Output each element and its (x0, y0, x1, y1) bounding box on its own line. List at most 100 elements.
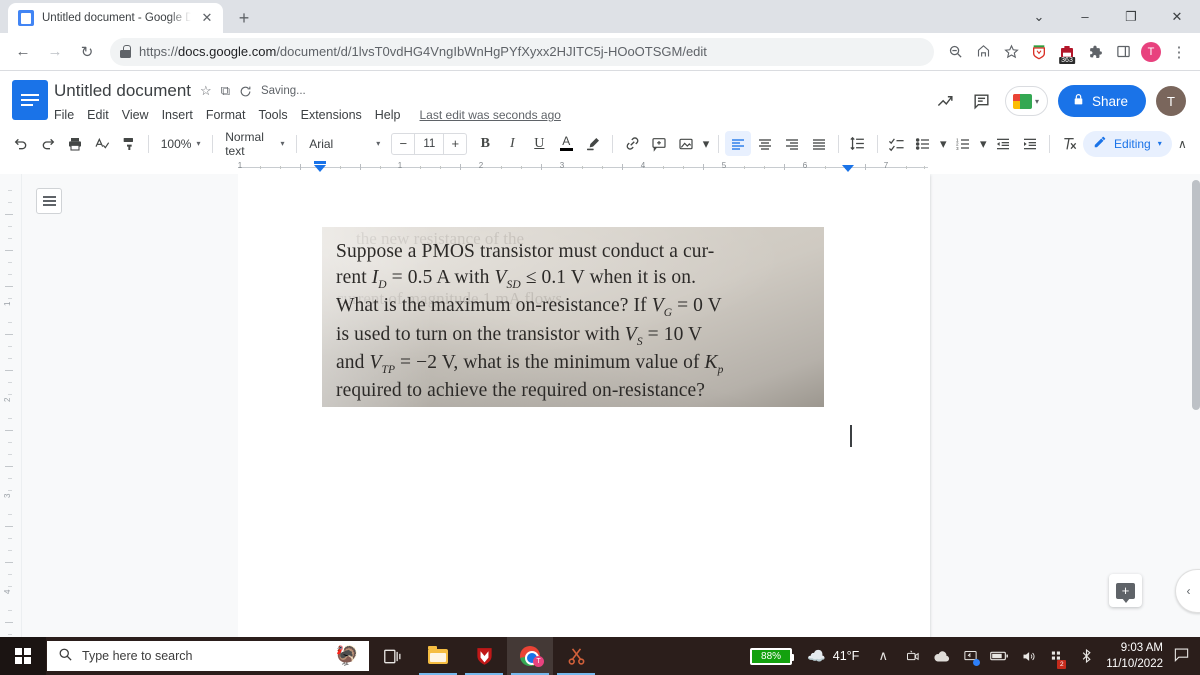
mcafee-icon[interactable] (461, 637, 507, 675)
clear-formatting-icon[interactable] (1056, 131, 1082, 156)
align-left-icon[interactable] (724, 131, 751, 156)
document-outline-icon[interactable] (36, 188, 62, 214)
comment-history-icon[interactable] (969, 88, 995, 114)
first-line-indent-marker[interactable] (314, 161, 326, 164)
share-button[interactable]: Share (1057, 85, 1146, 117)
bluetooth-icon[interactable] (1073, 637, 1099, 675)
redo-icon[interactable] (35, 131, 61, 156)
ibotta-363-extension-icon[interactable]: 363 (1054, 39, 1080, 65)
italic-button[interactable]: I (499, 131, 525, 156)
add-comment-icon[interactable] (646, 131, 672, 156)
back-icon[interactable]: ← (8, 37, 38, 67)
new-tab-button[interactable]: + (231, 5, 257, 31)
address-bar[interactable]: https://docs.google.com/document/d/1lvsT… (110, 37, 934, 66)
font-size-input[interactable]: 11 (414, 133, 445, 154)
google-meet-button[interactable]: ▾ (1004, 86, 1048, 116)
insert-image-icon[interactable] (673, 131, 699, 156)
vertical-ruler-rail[interactable]: 1 2 3 4 (0, 174, 22, 637)
bulleted-list-icon[interactable] (910, 131, 936, 156)
tray-overflow-icon[interactable]: ∧ (870, 637, 896, 675)
font-size-increase-button[interactable]: + (444, 134, 466, 154)
hide-side-panel-button[interactable]: ‹ (1175, 569, 1200, 613)
move-to-folder-icon[interactable]: ⧉ (221, 83, 230, 99)
menu-insert[interactable]: Insert (162, 108, 193, 122)
editing-mode-selector[interactable]: Editing ▾ (1083, 130, 1172, 157)
scanned-problem-image[interactable]: the new resistance of the current of mag… (322, 227, 824, 407)
star-icon[interactable]: ☆ (200, 83, 212, 99)
zoom-selector[interactable]: 100% ▾ (155, 131, 207, 156)
checklist-icon[interactable] (883, 131, 909, 156)
align-right-icon[interactable] (779, 131, 805, 156)
taskbar-search-box[interactable]: Type here to search 🦃 (47, 641, 369, 671)
text-color-button[interactable]: A (553, 131, 579, 156)
decrease-indent-icon[interactable] (990, 131, 1016, 156)
menu-format[interactable]: Format (206, 108, 246, 122)
font-size-decrease-button[interactable]: − (392, 134, 414, 154)
menu-extensions[interactable]: Extensions (301, 108, 362, 122)
last-edit-link[interactable]: Last edit was seconds ago (420, 108, 561, 122)
weather-widget[interactable]: ☁️ 41°F (807, 647, 859, 665)
puzzle-extensions-icon[interactable] (1082, 39, 1108, 65)
network-icon[interactable]: 2 (1044, 637, 1070, 675)
forward-icon[interactable]: → (40, 37, 70, 67)
browser-tab[interactable]: Untitled document - Google Doc ✕ (8, 3, 223, 33)
right-indent-marker[interactable] (842, 165, 854, 172)
numbered-list-icon[interactable]: 123 (950, 131, 976, 156)
hide-menus-button[interactable]: ∧ (1173, 137, 1192, 151)
bold-button[interactable]: B (472, 131, 498, 156)
chevron-down-icon[interactable]: ▾ (937, 131, 949, 156)
close-icon[interactable]: ✕ (199, 10, 215, 26)
chevron-down-icon[interactable]: ▾ (700, 131, 712, 156)
undo-icon[interactable] (8, 131, 34, 156)
battery-tray-icon[interactable] (986, 637, 1012, 675)
document-canvas[interactable]: the new resistance of the current of mag… (238, 174, 1200, 637)
menu-tools[interactable]: Tools (258, 108, 287, 122)
document-title[interactable]: Untitled document (54, 81, 191, 101)
battery-percent-indicator[interactable]: 88% (750, 647, 795, 665)
file-explorer-icon[interactable] (415, 637, 461, 675)
side-panel-icon[interactable] (1110, 39, 1136, 65)
underline-button[interactable]: U (526, 131, 552, 156)
camera-privacy-icon[interactable] (899, 637, 925, 675)
bookmark-star-icon[interactable] (998, 39, 1024, 65)
browser-menu-icon[interactable]: ⋮ (1166, 39, 1192, 65)
restore-icon[interactable]: ❐ (1108, 0, 1154, 33)
zoom-out-icon[interactable] (942, 39, 968, 65)
left-indent-marker[interactable] (314, 165, 326, 172)
snipping-tool-icon[interactable] (553, 637, 599, 675)
font-size-stepper[interactable]: − 11 + (391, 132, 468, 155)
minimize-icon[interactable]: – (1062, 0, 1108, 33)
document-page[interactable]: the new resistance of the current of mag… (238, 174, 930, 637)
share-icon[interactable] (970, 39, 996, 65)
spellcheck-icon[interactable] (89, 131, 115, 156)
chevron-down-icon[interactable]: ▾ (977, 131, 989, 156)
print-icon[interactable] (62, 131, 88, 156)
font-selector[interactable]: Arial ▾ (303, 131, 386, 156)
onedrive-icon[interactable] (928, 637, 954, 675)
paint-format-icon[interactable] (116, 131, 142, 156)
activity-dashboard-icon[interactable] (933, 88, 959, 114)
action-center-icon[interactable] (1173, 647, 1194, 666)
taskbar-clock[interactable]: 9:03 AM 11/10/2022 (1102, 640, 1170, 672)
chrome-profile-avatar[interactable]: T (1138, 39, 1164, 65)
menu-help[interactable]: Help (375, 108, 401, 122)
add-comment-fab[interactable]: + (1109, 574, 1142, 607)
menu-view[interactable]: View (122, 108, 149, 122)
vertical-scrollbar[interactable] (1192, 180, 1200, 410)
align-center-icon[interactable] (752, 131, 778, 156)
task-view-icon[interactable] (369, 637, 415, 675)
menu-file[interactable]: File (54, 108, 74, 122)
chevron-down-icon[interactable]: ⌄ (1016, 0, 1062, 33)
avatar[interactable]: T (1156, 86, 1186, 116)
line-spacing-icon[interactable] (845, 131, 871, 156)
screen-share-icon[interactable] (957, 637, 983, 675)
shield-extension-icon[interactable] (1026, 39, 1052, 65)
windows-start-icon[interactable] (0, 637, 46, 675)
reload-icon[interactable]: ↻ (72, 37, 102, 67)
highlight-pen-icon[interactable] (580, 131, 606, 156)
increase-indent-icon[interactable] (1017, 131, 1043, 156)
volume-icon[interactable] (1015, 637, 1041, 675)
paragraph-style-selector[interactable]: Normal text ▾ (219, 130, 290, 158)
close-icon[interactable]: ✕ (1154, 0, 1200, 33)
google-chrome-icon[interactable]: T (507, 637, 553, 675)
